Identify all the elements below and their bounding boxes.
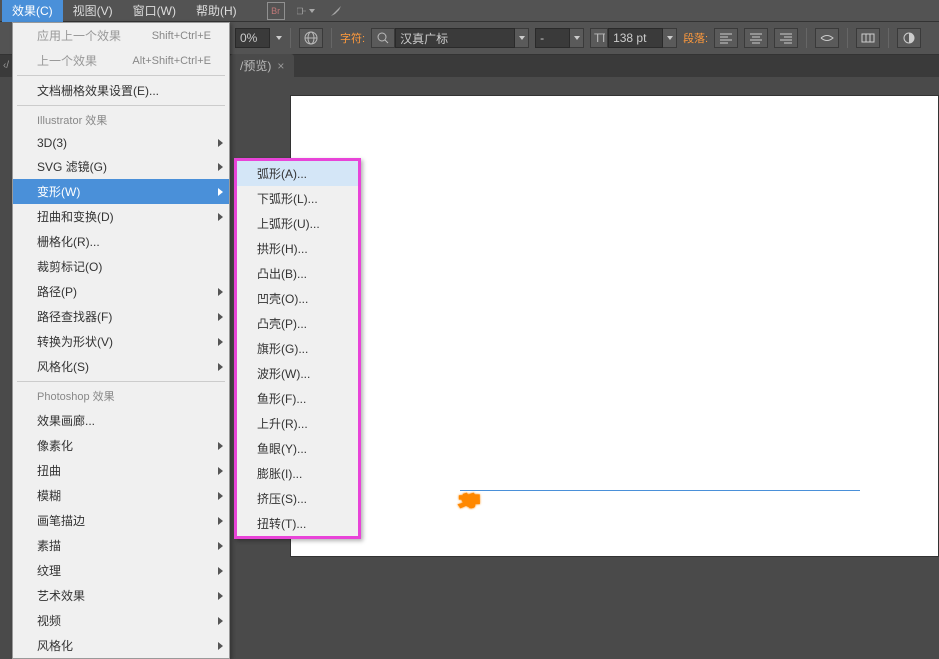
font-size-input[interactable] — [608, 28, 663, 48]
submenu-item[interactable]: 上升(R)... — [237, 411, 358, 436]
font-style-input[interactable] — [535, 28, 570, 48]
menu-window[interactable]: 窗口(W) — [123, 0, 186, 22]
menu-item[interactable]: 变形(W) — [13, 179, 229, 204]
submenu-arrow-icon — [218, 442, 223, 450]
menu-item[interactable]: 栅格化(R)... — [13, 229, 229, 254]
submenu-item[interactable]: 凸出(B)... — [237, 261, 358, 286]
submenu-arrow-icon — [218, 467, 223, 475]
text-baseline — [460, 490, 860, 491]
font-style-dropdown[interactable] — [570, 28, 584, 48]
submenu-arrow-icon — [218, 492, 223, 500]
opacity-icon[interactable] — [897, 28, 921, 48]
menu-separator — [17, 105, 225, 106]
align-left-icon[interactable] — [714, 28, 738, 48]
font-dropdown[interactable] — [515, 28, 529, 48]
submenu-item[interactable]: 弧形(A)... — [237, 161, 358, 186]
document-tab[interactable]: /预览)× — [230, 54, 294, 77]
opacity-input[interactable] — [235, 28, 270, 48]
menu-item[interactable]: 像素化 — [13, 433, 229, 458]
submenu-item[interactable]: 扭转(T)... — [237, 511, 358, 536]
menu-effects[interactable]: 效果(C) — [2, 0, 63, 22]
submenu-item[interactable]: 上弧形(U)... — [237, 211, 358, 236]
menu-item[interactable]: 3D(3) — [13, 132, 229, 154]
menu-separator — [17, 381, 225, 382]
submenu-item[interactable]: 膨胀(I)... — [237, 461, 358, 486]
submenu-arrow-icon — [218, 313, 223, 321]
char-label: 字符: — [340, 30, 365, 46]
submenu-arrow-icon — [218, 288, 223, 296]
menu-item[interactable]: 裁剪标记(O) — [13, 254, 229, 279]
submenu-item[interactable]: 波形(W)... — [237, 361, 358, 386]
submenu-item[interactable]: 下弧形(L)... — [237, 186, 358, 211]
menu-doc-raster[interactable]: 文档栅格效果设置(E)... — [13, 78, 229, 103]
envelope-icon[interactable] — [856, 28, 880, 48]
menu-item[interactable]: 风格化 — [13, 633, 229, 658]
menu-view[interactable]: 视图(V) — [63, 0, 123, 22]
submenu-arrow-icon — [218, 338, 223, 346]
submenu-item[interactable]: 凹壳(O)... — [237, 286, 358, 311]
menu-item[interactable]: 扭曲和变换(D) — [13, 204, 229, 229]
submenu-arrow-icon — [218, 213, 223, 221]
font-size-dropdown[interactable] — [663, 28, 677, 48]
arrange-icon[interactable] — [297, 2, 315, 20]
effects-dropdown: 应用上一个效果Shift+Ctrl+E 上一个效果Alt+Shift+Ctrl+… — [12, 22, 230, 659]
menu-separator — [17, 75, 225, 76]
submenu-arrow-icon — [218, 517, 223, 525]
warp-icon[interactable] — [815, 28, 839, 48]
text-object[interactable]: 文字 — [460, 380, 860, 570]
menu-item[interactable]: 纹理 — [13, 558, 229, 583]
menu-item[interactable]: 路径查找器(F) — [13, 304, 229, 329]
menu-item[interactable]: 模糊 — [13, 483, 229, 508]
submenu-arrow-icon — [218, 542, 223, 550]
photoshop-section: Photoshop 效果 — [13, 384, 229, 408]
menubar: 效果(C) 视图(V) 窗口(W) 帮助(H) Br — [0, 0, 939, 22]
submenu-arrow-icon — [218, 567, 223, 575]
menu-item[interactable]: 转换为形状(V) — [13, 329, 229, 354]
submenu-arrow-icon — [218, 592, 223, 600]
submenu-arrow-icon — [218, 188, 223, 196]
submenu-arrow-icon — [218, 163, 223, 171]
bridge-icon[interactable]: Br — [267, 2, 285, 20]
warp-submenu: 弧形(A)...下弧形(L)...上弧形(U)...拱形(H)...凸出(B).… — [234, 158, 361, 539]
align-right-icon[interactable] — [774, 28, 798, 48]
menu-item[interactable]: 视频 — [13, 608, 229, 633]
menu-help[interactable]: 帮助(H) — [186, 0, 247, 22]
submenu-item[interactable]: 鱼眼(Y)... — [237, 436, 358, 461]
illustrator-section: Illustrator 效果 — [13, 108, 229, 132]
submenu-arrow-icon — [218, 363, 223, 371]
submenu-item[interactable]: 拱形(H)... — [237, 236, 358, 261]
menu-item[interactable]: 画笔描边 — [13, 508, 229, 533]
menu-item[interactable]: 艺术效果 — [13, 583, 229, 608]
menu-item[interactable]: 扭曲 — [13, 458, 229, 483]
align-center-icon[interactable] — [744, 28, 768, 48]
font-family-input[interactable] — [395, 28, 515, 48]
menu-item[interactable]: 效果画廊... — [13, 408, 229, 433]
submenu-arrow-icon — [218, 642, 223, 650]
submenu-arrow-icon — [218, 617, 223, 625]
close-icon[interactable]: × — [277, 59, 284, 73]
menu-item[interactable]: 风格化(S) — [13, 354, 229, 379]
menu-item[interactable]: 路径(P) — [13, 279, 229, 304]
globe-icon[interactable] — [299, 28, 323, 48]
submenu-arrow-icon — [218, 139, 223, 147]
para-label: 段落: — [683, 30, 708, 46]
left-toolbar-fragment: ‹/ — [0, 55, 12, 75]
menu-last-effect[interactable]: 上一个效果Alt+Shift+Ctrl+E — [13, 48, 229, 73]
font-search-icon[interactable] — [371, 28, 395, 48]
submenu-item[interactable]: 挤压(S)... — [237, 486, 358, 511]
menubar-icons: Br — [267, 2, 345, 20]
submenu-item[interactable]: 旗形(G)... — [237, 336, 358, 361]
menu-item[interactable]: 素描 — [13, 533, 229, 558]
submenu-item[interactable]: 鱼形(F)... — [237, 386, 358, 411]
submenu-item[interactable]: 凸壳(P)... — [237, 311, 358, 336]
menu-apply-last[interactable]: 应用上一个效果Shift+Ctrl+E — [13, 23, 229, 48]
svg-text:文字: 文字 — [460, 493, 479, 508]
menu-item[interactable]: SVG 滤镜(G) — [13, 154, 229, 179]
size-icon: TT — [590, 28, 608, 48]
rocket-icon[interactable] — [327, 2, 345, 20]
svg-text:T: T — [600, 32, 605, 44]
